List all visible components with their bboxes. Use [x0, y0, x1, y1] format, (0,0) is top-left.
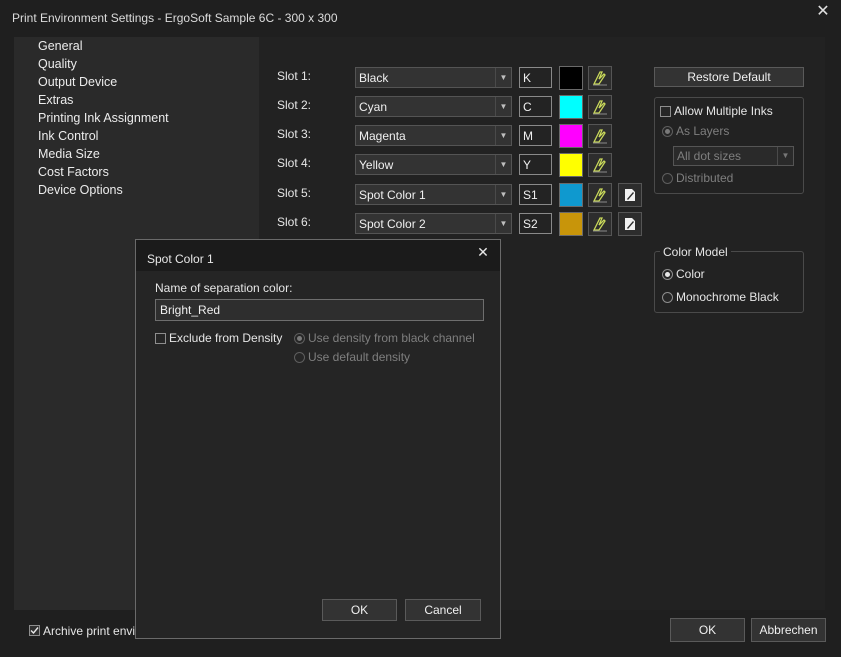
- nav-item-quality[interactable]: Quality: [38, 57, 77, 71]
- nav-item-extras[interactable]: Extras: [38, 93, 73, 107]
- color-model-color-label: Color: [676, 267, 705, 281]
- slot-ink-value: Spot Color 1: [359, 188, 426, 202]
- dialog-header: Spot Color 1 ✕: [136, 240, 500, 271]
- color-model-title: Color Model: [660, 245, 731, 259]
- exclude-density-label: Exclude from Density: [169, 331, 283, 345]
- separation-name-label: Name of separation color:: [155, 281, 293, 295]
- nav-item-cost-factors[interactable]: Cost Factors: [38, 165, 109, 179]
- restore-default-button[interactable]: Restore Default: [654, 67, 804, 87]
- slot-ink-value: Magenta: [359, 129, 406, 143]
- archive-label: Archive print enviro: [43, 624, 146, 638]
- ok-button[interactable]: OK: [670, 618, 745, 642]
- slot-ink-select[interactable]: Spot Color 2 ▼: [355, 213, 512, 234]
- slot-ink-value: Spot Color 2: [359, 217, 426, 231]
- ink-pen-icon[interactable]: [588, 212, 612, 236]
- slot-ink-value: Cyan: [359, 100, 388, 114]
- slot-color-swatch[interactable]: [559, 212, 583, 236]
- slot-label: Slot 5:: [277, 186, 312, 200]
- use-default-density-label: Use default density: [308, 350, 411, 364]
- slot-abbreviation-field[interactable]: K: [519, 67, 552, 88]
- dialog-close-icon[interactable]: ✕: [475, 244, 491, 260]
- ink-pen-icon[interactable]: [588, 66, 612, 90]
- multiple-inks-group: Allow Multiple Inks As Layers All dot si…: [654, 97, 804, 194]
- slot-abbreviation-field[interactable]: Y: [519, 154, 552, 175]
- edit-page-icon[interactable]: [618, 212, 642, 236]
- slot-ink-value: Black: [359, 71, 389, 85]
- color-model-color-radio[interactable]: [662, 269, 673, 280]
- slot-ink-select[interactable]: Cyan ▼: [355, 96, 512, 117]
- dialog-ok-button[interactable]: OK: [322, 599, 397, 621]
- nav-item-printing-ink-assignment[interactable]: Printing Ink Assignment: [38, 111, 169, 125]
- chevron-down-icon: ▼: [777, 147, 793, 165]
- allow-multiple-inks-checkbox[interactable]: [660, 106, 671, 117]
- chevron-down-icon: ▼: [495, 97, 511, 116]
- slot-color-swatch[interactable]: [559, 95, 583, 119]
- ink-pen-icon[interactable]: [588, 183, 612, 207]
- cancel-button[interactable]: Abbrechen: [751, 618, 826, 642]
- slot-color-swatch[interactable]: [559, 183, 583, 207]
- ink-pen-icon[interactable]: [588, 124, 612, 148]
- ink-pen-icon[interactable]: [588, 153, 612, 177]
- exclude-density-checkbox[interactable]: [155, 333, 166, 344]
- chevron-down-icon: ▼: [495, 214, 511, 233]
- chevron-down-icon: ▼: [495, 68, 511, 87]
- chevron-down-icon: ▼: [495, 155, 511, 174]
- slot-color-swatch[interactable]: [559, 66, 583, 90]
- title-bar: Print Environment Settings - ErgoSoft Sa…: [0, 0, 841, 36]
- window-title: Print Environment Settings - ErgoSoft Sa…: [12, 11, 338, 25]
- color-model-monochrome-radio[interactable]: [662, 292, 673, 303]
- window-close-icon[interactable]: ✕: [814, 3, 832, 21]
- edit-page-icon[interactable]: [618, 183, 642, 207]
- slot-label: Slot 6:: [277, 215, 312, 229]
- slot-abbreviation-field[interactable]: S2: [519, 213, 552, 234]
- slot-ink-select[interactable]: Yellow ▼: [355, 154, 512, 175]
- slot-ink-select[interactable]: Black ▼: [355, 67, 512, 88]
- allow-multiple-inks-label: Allow Multiple Inks: [674, 104, 773, 118]
- distributed-radio[interactable]: [662, 173, 673, 184]
- use-default-density-radio[interactable]: [294, 352, 305, 363]
- slot-label: Slot 4:: [277, 156, 312, 170]
- archive-checkbox[interactable]: [29, 625, 40, 636]
- slot-ink-select[interactable]: Spot Color 1 ▼: [355, 184, 512, 205]
- slot-abbreviation-field[interactable]: C: [519, 96, 552, 117]
- nav-item-device-options[interactable]: Device Options: [38, 183, 123, 197]
- ink-pen-icon[interactable]: [588, 95, 612, 119]
- dot-sizes-select[interactable]: All dot sizes ▼: [673, 146, 794, 166]
- slot-ink-select[interactable]: Magenta ▼: [355, 125, 512, 146]
- nav-item-output-device[interactable]: Output Device: [38, 75, 117, 89]
- slot-label: Slot 2:: [277, 98, 312, 112]
- slot-color-swatch[interactable]: [559, 124, 583, 148]
- slot-label: Slot 3:: [277, 127, 312, 141]
- nav-item-media-size[interactable]: Media Size: [38, 147, 100, 161]
- slot-label: Slot 1:: [277, 69, 312, 83]
- chevron-down-icon: ▼: [495, 126, 511, 145]
- nav-item-ink-control[interactable]: Ink Control: [38, 129, 98, 143]
- slot-color-swatch[interactable]: [559, 153, 583, 177]
- slot-abbreviation-field[interactable]: S1: [519, 184, 552, 205]
- checkmark-icon: [30, 627, 39, 635]
- separation-name-input[interactable]: [155, 299, 484, 321]
- slot-abbreviation-field[interactable]: M: [519, 125, 552, 146]
- use-black-density-radio[interactable]: [294, 333, 305, 344]
- slot-ink-value: Yellow: [359, 158, 394, 172]
- use-black-density-label: Use density from black channel: [308, 331, 475, 345]
- spot-color-dialog: Spot Color 1 ✕ Name of separation color:…: [135, 239, 501, 639]
- dialog-cancel-button[interactable]: Cancel: [405, 599, 481, 621]
- color-model-monochrome-label: Monochrome Black: [676, 290, 779, 304]
- chevron-down-icon: ▼: [495, 185, 511, 204]
- as-layers-radio[interactable]: [662, 126, 673, 137]
- dot-sizes-value: All dot sizes: [677, 149, 742, 163]
- nav-item-general[interactable]: General: [38, 39, 82, 53]
- dialog-title: Spot Color 1: [147, 252, 214, 266]
- distributed-label: Distributed: [676, 171, 734, 185]
- as-layers-label: As Layers: [676, 124, 730, 138]
- color-model-group: Color Model Color Monochrome Black: [654, 245, 804, 313]
